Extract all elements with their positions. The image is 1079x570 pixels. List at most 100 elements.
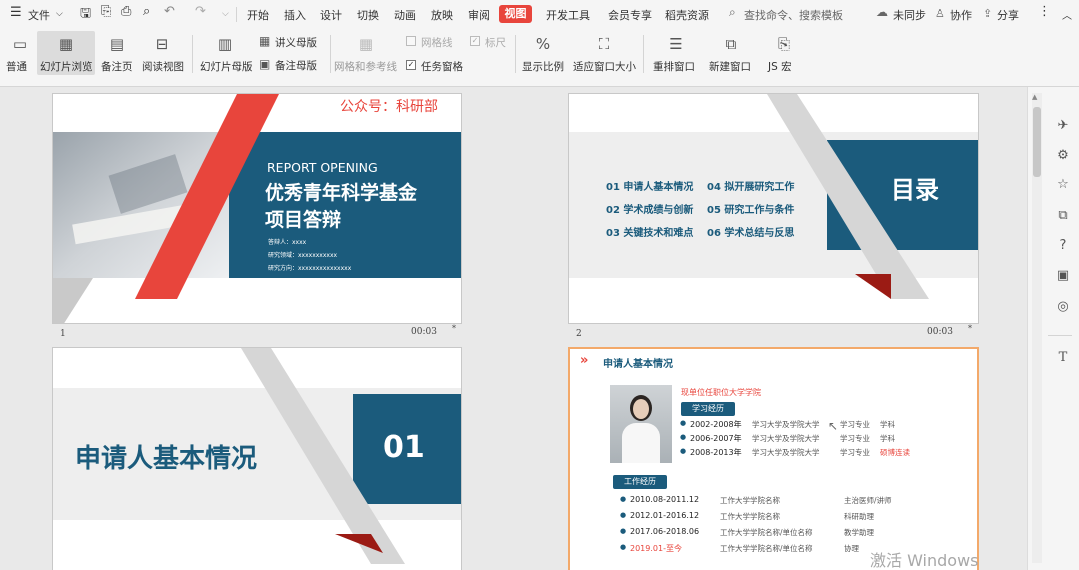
tab-docer[interactable]: 稻壳资源 [665, 7, 709, 23]
image-icon[interactable]: ▣ [1055, 268, 1071, 283]
work-place: 工作大学学院名称/单位名称 [720, 528, 813, 537]
collab-button[interactable]: 协作 [950, 7, 972, 23]
arrange-window-button[interactable]: ☰ 重排窗口 [651, 31, 701, 75]
star-icon[interactable]: ☆ [1055, 177, 1071, 192]
more-icon[interactable]: ⋮ [1038, 4, 1051, 19]
slide-thumbnail-3[interactable]: 申请人基本情况 01 [52, 347, 462, 570]
slide-timing: 00:03 [411, 327, 437, 337]
file-menu[interactable]: 文件 [28, 7, 50, 23]
tab-view[interactable]: 视图 [499, 5, 532, 23]
tab-developer[interactable]: 开发工具 [546, 7, 590, 23]
slide-1-subtitle: REPORT OPENING [267, 160, 378, 175]
slide-thumbnail-1[interactable]: 公众号：科研部 REPORT OPENING 优秀青年科学基金 项目答辩 答辩人… [52, 93, 462, 324]
book-icon: ⊟ [155, 35, 169, 53]
tab-member[interactable]: 会员专享 [608, 7, 652, 23]
pin-icon[interactable]: ✈ [1055, 118, 1071, 133]
toc-item: 06 学术总结与反思 [707, 228, 795, 239]
tab-slideshow[interactable]: 放映 [431, 7, 453, 23]
new-window-button[interactable]: ⧉ 新建窗口 [707, 31, 755, 75]
handout-master-button[interactable]: ▦ 讲义母版 [259, 34, 325, 50]
ruler-checkbox[interactable]: ✓ 标尺 [470, 35, 510, 49]
user-icon: ♙ [935, 7, 945, 20]
sync-status[interactable]: 未同步 [893, 7, 926, 23]
slide-thumbnail-2[interactable]: 目录 01 申请人基本情况 02 学术成绩与创新 03 关键技术和难点 04 拟… [568, 93, 979, 324]
share-button[interactable]: 分享 [997, 7, 1019, 23]
slide-sorter-label: 幻灯片浏览 [40, 61, 93, 73]
grid-guides-button[interactable]: ▦ 网格和参考线 [334, 31, 398, 75]
slide-sorter-button[interactable]: ▦ 幻灯片浏览 [37, 31, 95, 75]
bullet: ● [680, 447, 687, 455]
tab-home[interactable]: 开始 [247, 7, 269, 23]
export-icon[interactable]: ⎘ [101, 4, 111, 19]
bullet: ● [680, 419, 687, 427]
notes-page-button[interactable]: ▤ 备注页 [99, 31, 135, 75]
help-icon[interactable]: ? [1055, 238, 1071, 253]
tab-design[interactable]: 设计 [320, 7, 342, 23]
chevron-down-icon[interactable]: ⌵ [56, 9, 63, 19]
menu-bar: ☰ 文件 ⌵ 🖫 ⎘ ⎙ ⌕ ↶ ↷ ⌵ 开始 插入 设计 切换 动画 放映 审… [0, 0, 1079, 29]
chevron-down-icon[interactable]: ⌵ [222, 9, 229, 19]
checkbox-checked: ✓ [406, 60, 416, 70]
bullet: ● [680, 433, 687, 441]
zoom-button[interactable]: % 显示比例 [520, 31, 566, 75]
edu-period: 2002-2008年 [690, 420, 742, 429]
reading-view-button[interactable]: ⊟ 阅读视图 [140, 31, 186, 75]
arrange-window-label: 重排窗口 [653, 61, 695, 73]
location-icon[interactable]: ◎ [1055, 299, 1071, 314]
task-pane-checkbox[interactable]: ✓ 任务窗格 [406, 59, 470, 73]
fit-window-label: 适应窗口大小 [573, 61, 636, 73]
js-macro-button[interactable]: ⎘ JS 宏 [764, 31, 804, 75]
slide-master-icon: ▥ [217, 35, 233, 53]
work-role: 教学助理 [844, 528, 874, 537]
education-label: 学习经历 [681, 402, 735, 416]
vertical-scrollbar[interactable]: ▲ [1032, 93, 1042, 563]
bullet: ● [620, 495, 627, 503]
new-window-icon: ⧉ [725, 35, 737, 53]
scrollbar-thumb[interactable] [1033, 107, 1041, 177]
scroll-up-icon[interactable]: ▲ [1032, 93, 1037, 101]
text-format-icon[interactable]: T [1055, 350, 1071, 365]
notes-master-button[interactable]: ▣ 备注母版 [259, 57, 325, 73]
edu-period: 2006-2007年 [690, 434, 742, 443]
ruler-label: 标尺 [485, 37, 506, 49]
affiliation: 现单位任职位大学学院 [681, 388, 761, 397]
copy-icon[interactable]: ⧉ [1055, 208, 1071, 223]
save-icon[interactable]: 🖫 [80, 4, 91, 26]
tab-transition[interactable]: 切换 [357, 7, 379, 23]
redo-icon[interactable]: ↷ [195, 4, 206, 19]
print-icon[interactable]: ⎙ [121, 4, 131, 19]
settings-sliders-icon[interactable]: ⚙ [1055, 148, 1071, 163]
edu-major: 学习专业 [840, 420, 870, 429]
preview-icon[interactable]: ⌕ [143, 4, 150, 19]
normal-view-icon: ▭ [12, 35, 28, 53]
toc-item: 04 拟开展研究工作 [707, 182, 795, 193]
mouse-cursor-icon: ↖ [828, 419, 839, 433]
tab-review[interactable]: 审阅 [468, 7, 490, 23]
task-pane-label: 任务窗格 [421, 61, 463, 73]
profile-photo [610, 385, 672, 463]
transition-icon: * [452, 324, 456, 333]
edu-school: 学习大学及学院大学 [752, 434, 820, 443]
slide-master-button[interactable]: ▥ 幻灯片母版 [198, 31, 254, 75]
tab-insert[interactable]: 插入 [284, 7, 306, 23]
slide-1-info: 答辩人：xxxx [268, 239, 307, 246]
grid-view-icon: ▦ [58, 35, 74, 53]
gridlines-checkbox[interactable]: 网格线 [406, 35, 466, 49]
undo-icon[interactable]: ↶ [164, 4, 175, 19]
normal-view-button[interactable]: ▭ 普通 [4, 31, 36, 75]
work-place: 工作大学学院名称/单位名称 [720, 544, 813, 553]
edu-major: 学习专业 [840, 448, 870, 457]
slide-1-info: 研究领域：xxxxxxxxxxx [268, 252, 338, 259]
reading-view-label: 阅读视图 [142, 61, 184, 73]
tab-animation[interactable]: 动画 [394, 7, 416, 23]
right-sidebar: ▲ [1027, 87, 1079, 570]
hamburger-icon[interactable]: ☰ [10, 5, 22, 20]
bullet: ● [620, 511, 627, 519]
slide-thumbnail-4-selected[interactable]: » 申请人基本情况 现单位任职位大学学院 学习经历 ● 2002-2008年 学… [568, 347, 979, 570]
bullet: ● [620, 543, 627, 551]
command-search[interactable]: 查找命令、搜索模板 [744, 7, 843, 23]
work-period: 2019.01-至今 [630, 544, 682, 553]
fit-window-button[interactable]: ⛶ 适应窗口大小 [571, 31, 637, 75]
work-role: 协理 [844, 544, 859, 553]
collapse-ribbon-icon[interactable]: ︿ [1062, 7, 1072, 22]
